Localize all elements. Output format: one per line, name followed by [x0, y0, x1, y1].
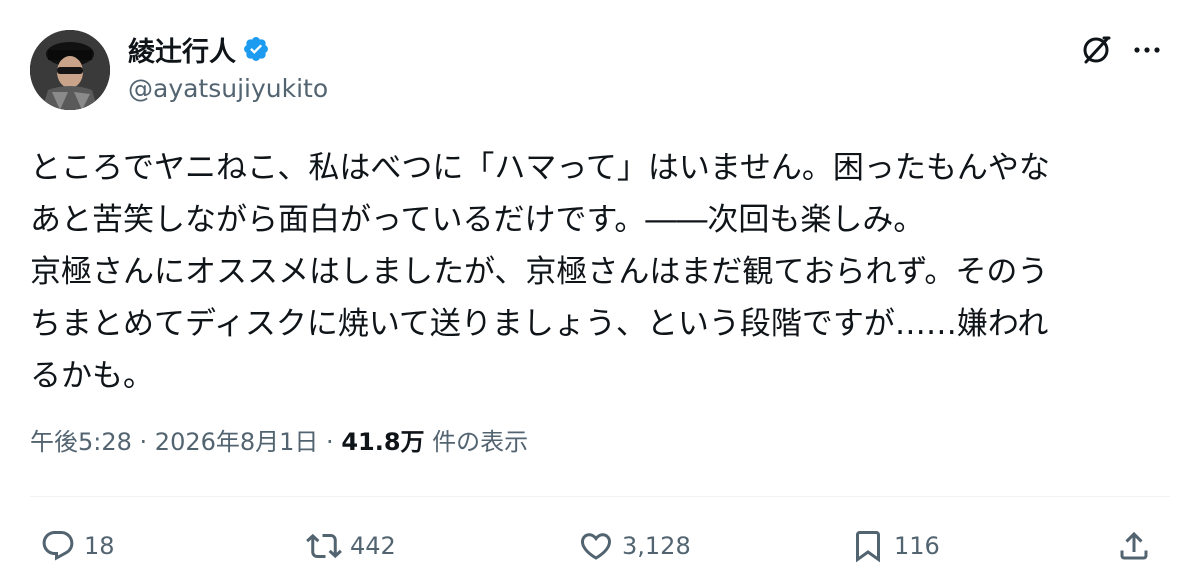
meta-separator: ·: [131, 428, 155, 456]
author-name-row: 綾辻行人: [128, 30, 270, 68]
meta-separator: ·: [318, 428, 342, 456]
handle[interactable]: @ayatsujiyukito: [128, 74, 328, 103]
grok-icon[interactable]: [1078, 32, 1114, 68]
divider: [30, 496, 1170, 497]
display-name[interactable]: 綾辻行人: [128, 30, 236, 69]
reply-button[interactable]: 18: [40, 522, 115, 570]
tweet-line: るかも。: [30, 358, 154, 394]
reply-count: 18: [84, 532, 115, 560]
tweet-line: あと苦笑しながら面白がっているだけです。――次回も楽しみ。: [30, 202, 925, 238]
reply-icon: [42, 531, 74, 561]
avatar-image: [30, 30, 110, 110]
retweet-count: 442: [350, 532, 396, 560]
views-label: 件の表示: [424, 428, 529, 456]
tweet-line: ところでヤニねこ、私はべつに「ハマって」はいません。困ったもんやな: [30, 150, 1050, 186]
action-bar: 18 442 3,128 116: [0, 522, 1200, 570]
bookmark-count: 116: [894, 532, 940, 560]
bookmark-icon: [856, 531, 880, 563]
verified-badge-icon[interactable]: [242, 35, 270, 63]
like-count: 3,128: [622, 532, 691, 560]
heart-icon: [580, 533, 612, 560]
tweet-text: ところでヤニねこ、私はべつに「ハマって」はいません。困ったもんやな あと苦笑しな…: [30, 142, 1170, 402]
tweet-date[interactable]: 2026年8月1日: [155, 428, 319, 456]
tweet-time[interactable]: 午後5:28: [30, 428, 132, 456]
share-icon: [1120, 531, 1148, 560]
like-button[interactable]: 3,128: [578, 522, 691, 570]
tweet-line: 京極さんにオススメはしましたが、京極さんはまだ観ておられず。そのう: [30, 254, 1049, 290]
share-button[interactable]: [1116, 522, 1152, 570]
bookmark-button[interactable]: 116: [850, 522, 940, 570]
more-horizontal-icon[interactable]: [1128, 32, 1166, 68]
tweet-line: ちまとめてディスクに焼いて送りましょう、という段階ですが……嫌われ: [30, 306, 1049, 342]
tweet-meta: 午後5:28 · 2026年8月1日 · 41.8万 件の表示: [30, 422, 528, 457]
avatar[interactable]: [30, 30, 110, 110]
views-count[interactable]: 41.8万: [341, 428, 424, 456]
retweet-button[interactable]: 442: [306, 522, 396, 570]
retweet-icon: [306, 533, 342, 559]
